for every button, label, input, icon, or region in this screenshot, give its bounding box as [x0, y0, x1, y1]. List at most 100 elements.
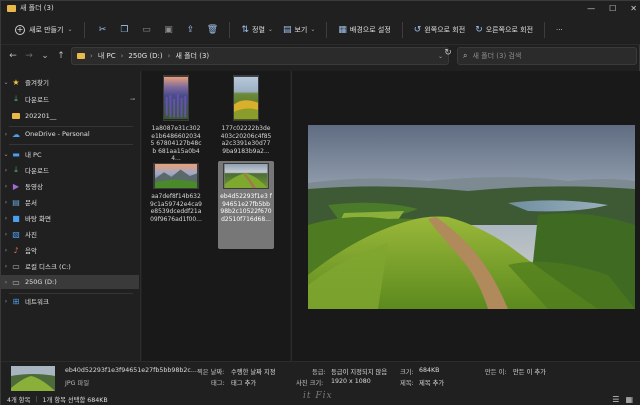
tags-label: 태그: — [211, 380, 225, 387]
rename-button[interactable]: ▭ — [135, 21, 157, 39]
sidebar-item-label: 내 PC — [25, 151, 42, 159]
sidebar-item-documents[interactable]: › ▤ 문서 — [1, 195, 139, 209]
file-item[interactable]: aa7def8f14b632 9c1a59742e4ca9 e8539dcedd… — [148, 161, 204, 249]
sidebar-item-drive-c[interactable]: › ▭ 로컬 디스크 (C:) — [1, 259, 139, 273]
rotate-left-icon: ↺ — [413, 24, 422, 35]
size-value: 684KB — [419, 367, 440, 374]
file-item[interactable]: 177c02222b3de 403c20206c4f85 a2c3391e30d… — [218, 73, 274, 161]
more-button[interactable]: ··· — [551, 21, 568, 39]
tiles-view-icon[interactable]: ▦ — [625, 395, 633, 404]
copy-button[interactable]: ❐ — [113, 21, 135, 39]
sidebar-item-folder-202201[interactable]: 202201__ — [1, 109, 139, 123]
sort-button[interactable]: ⇅ 정렬 ⌄ — [236, 21, 277, 39]
view-button[interactable]: ▤ 보기 ⌄ — [278, 21, 320, 39]
window-title: 새 폴더 (3) — [20, 4, 54, 12]
chevron-down-icon: ⌄ — [67, 26, 73, 33]
chevron-right-icon[interactable]: › — [1, 131, 11, 138]
sidebar-item-videos[interactable]: › ▶ 동영상 — [1, 179, 139, 193]
new-button[interactable]: + 새로 만들기 ⌄ — [9, 21, 78, 39]
preview-image — [308, 125, 635, 309]
star-icon: ★ — [12, 77, 20, 87]
download-icon: ⤓ — [14, 165, 18, 174]
set-wallpaper-label: 배경으로 설정 — [349, 25, 391, 34]
maximize-button[interactable]: ☐ — [609, 4, 616, 13]
sidebar-item-onedrive[interactable]: › ☁ OneDrive - Personal — [1, 127, 139, 141]
search-input[interactable] — [472, 52, 623, 60]
sidebar-item-drive-d[interactable]: › ▭ 250G (D:) — [1, 275, 139, 289]
download-icon: ⤓ — [14, 94, 18, 103]
set-wallpaper-button[interactable]: ▦ 배경으로 설정 — [333, 21, 395, 39]
chevron-right-icon[interactable]: › — [1, 298, 11, 305]
back-arrow-icon[interactable]: ← — [5, 51, 21, 61]
command-bar: + 새로 만들기 ⌄ ✂ ❐ ▭ ▣ ⇪ 🗑 ⇅ 정렬 ⌄ ▤ 보기 ⌄ ▦ 배… — [1, 15, 640, 45]
separator — [326, 21, 328, 38]
more-icon: ··· — [556, 25, 563, 34]
file-item[interactable]: 1a8087e31c302e1b64866020345 67804127b48c… — [148, 73, 204, 162]
chevron-down-icon[interactable]: ⌄ — [37, 51, 53, 61]
tags-value[interactable]: 태그 추가 — [231, 378, 256, 387]
breadcrumb-folder[interactable]: 새 폴더 (3) — [175, 51, 209, 61]
image-thumbnail-field — [233, 75, 259, 121]
up-arrow-icon[interactable]: ↑ — [53, 51, 69, 61]
search-box[interactable]: ⌕ — [457, 47, 637, 65]
close-button[interactable]: ✕ — [630, 4, 637, 13]
dimensions-label: 사진 크기: — [296, 380, 324, 387]
chevron-right-icon[interactable]: › — [1, 231, 11, 238]
paste-button[interactable]: ▣ — [157, 21, 179, 39]
chevron-right-icon[interactable]: › — [1, 279, 11, 286]
breadcrumb-pc[interactable]: 내 PC — [98, 51, 116, 61]
sidebar-item-music[interactable]: › ♪ 음악 — [1, 243, 139, 257]
sidebar-item-this-pc[interactable]: ⌄ ▬ 내 PC — [1, 147, 139, 161]
refresh-icon[interactable]: ↻ — [441, 48, 455, 64]
author-value[interactable]: 만든 이 추가 — [513, 367, 546, 376]
status-separator: | — [35, 396, 38, 403]
date-taken-value[interactable]: 수행한 날짜 지정 — [231, 367, 276, 376]
sidebar-item-pictures[interactable]: › ▧ 사진 — [1, 227, 139, 241]
path-box[interactable]: › 내 PC › 250G (D:) › 새 폴더 (3) ⌄ — [71, 47, 449, 65]
sidebar-item-label: 250G (D:) — [25, 278, 57, 286]
cut-icon: ✂ — [98, 24, 107, 35]
sidebar-item-network[interactable]: › ⊞ 네트워크 — [1, 294, 139, 308]
rotate-right-button[interactable]: ↻ 오른쪽으로 회전 — [470, 21, 538, 39]
title-value[interactable]: 제목 추가 — [419, 378, 444, 387]
sidebar-item-downloads-pinned[interactable]: ⤓ 다운로드 ⊸ — [1, 92, 139, 106]
chevron-down-icon[interactable]: ⌄ — [1, 151, 11, 158]
details-file-type: JPG 파일 — [65, 380, 90, 387]
new-button-label: 새로 만들기 — [29, 25, 64, 34]
chevron-right-icon[interactable]: › — [1, 263, 11, 270]
details-file-name: eb40d52293f1e3f94651e27fb5bb98b2c... — [65, 367, 197, 374]
view-switcher: ☰ ▦ — [612, 395, 633, 404]
chevron-right-icon[interactable]: › — [1, 247, 11, 254]
image-thumbnail-lavender — [163, 75, 189, 121]
forward-arrow-icon[interactable]: → — [21, 51, 37, 61]
breadcrumb-drive[interactable]: 250G (D:) — [128, 52, 162, 60]
chevron-right-icon[interactable]: › — [1, 167, 11, 174]
chevron-right-icon[interactable]: › — [1, 215, 11, 222]
explorer-window: 새 폴더 (3) — ☐ ✕ + 새로 만들기 ⌄ ✂ ❐ ▭ ▣ ⇪ 🗑 ⇅ … — [0, 0, 640, 405]
file-item-selected[interactable]: eb4d52293f1e3 f94651e27fb5bb 98b2c10522f… — [218, 161, 274, 249]
rating-value[interactable]: 등급이 지정되지 않음 — [331, 367, 387, 376]
music-icon: ♪ — [13, 245, 19, 255]
rotate-left-button[interactable]: ↺ 왼쪽으로 회전 — [409, 21, 470, 39]
chevron-right-icon[interactable]: › — [1, 199, 11, 206]
chevron-right-icon: › — [90, 52, 93, 60]
view-icon: ▤ — [282, 24, 292, 35]
search-icon: ⌕ — [463, 51, 468, 60]
sidebar-item-desktop[interactable]: › ■ 바탕 화면 — [1, 211, 139, 225]
sidebar-item-label: 문서 — [25, 199, 37, 207]
pin-icon: ⊸ — [129, 95, 135, 103]
share-button[interactable]: ⇪ — [179, 21, 201, 39]
chevron-down-icon[interactable]: ⌄ — [1, 79, 11, 86]
minimize-button[interactable]: — — [587, 4, 595, 13]
sidebar-item-downloads[interactable]: › ⤓ 다운로드 — [1, 163, 139, 177]
rating-label: 등급: — [312, 369, 326, 376]
paste-icon: ▣ — [164, 24, 173, 35]
details-view-icon[interactable]: ☰ — [612, 395, 619, 404]
chevron-right-icon[interactable]: › — [1, 183, 11, 190]
sidebar-item-favorites[interactable]: ⌄ ★ 즐겨찾기 — [1, 75, 139, 89]
delete-button[interactable]: 🗑 — [201, 21, 223, 39]
cut-button[interactable]: ✂ — [91, 21, 113, 39]
rename-icon: ▭ — [142, 24, 151, 35]
document-icon: ▤ — [12, 197, 20, 207]
folder-icon — [7, 4, 16, 12]
